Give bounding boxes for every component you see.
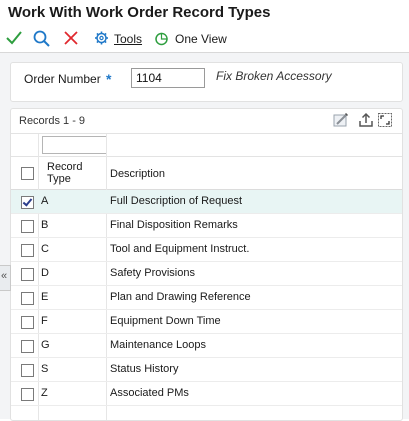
row-checkbox[interactable] [21, 268, 34, 281]
filter-row [11, 134, 402, 157]
one-view-label: One View [175, 32, 227, 46]
one-view-button[interactable]: One View [154, 29, 227, 49]
row-checkbox[interactable] [21, 220, 34, 233]
column-header-description[interactable]: Description [110, 168, 165, 180]
maximize-grid-icon[interactable] [377, 112, 393, 128]
search-icon [33, 30, 50, 47]
record-type-cell: G [41, 339, 50, 351]
column-header-row: Record Type Description [11, 157, 402, 190]
description-cell: Safety Provisions [110, 267, 195, 279]
table-row[interactable]: D Safety Provisions [11, 262, 402, 286]
column-header-record-type[interactable]: Record Type [47, 161, 99, 185]
ok-button[interactable] [6, 29, 22, 49]
tools-label: Tools [114, 32, 143, 46]
row-checkbox[interactable] [21, 196, 34, 209]
gear-icon [95, 31, 108, 45]
table-row[interactable]: E Plan and Drawing Reference [11, 286, 402, 310]
record-type-cell: D [41, 267, 49, 279]
description-cell: Maintenance Loops [110, 339, 207, 351]
record-type-cell: F [41, 315, 48, 327]
required-marker: * [106, 71, 112, 87]
description-cell: Associated PMs [110, 387, 189, 399]
description-cell: Final Disposition Remarks [110, 219, 238, 231]
double-chevron-left-icon: « [1, 270, 8, 282]
toolbar: Tools One View [0, 27, 409, 53]
description-cell: Status History [110, 363, 179, 375]
grid-rows: A Full Description of Request B Final Dispo… [11, 190, 402, 406]
table-row[interactable]: A Full Description of Request [11, 190, 402, 214]
order-number-label: Order Number [24, 72, 101, 86]
description-cell: Tool and Equipment Instruct. [110, 243, 250, 255]
records-grid: Records 1 - 9 Record Type Description A … [10, 108, 403, 421]
row-checkbox[interactable] [21, 388, 34, 401]
table-row[interactable]: C Tool and Equipment Instruct. [11, 238, 402, 262]
checkmark-icon [6, 31, 22, 45]
tools-menu[interactable]: Tools [94, 29, 144, 49]
table-row[interactable]: S Status History [11, 358, 402, 382]
export-icon[interactable] [358, 112, 374, 128]
description-cell: Plan and Drawing Reference [110, 291, 251, 303]
grid-header-bar: Records 1 - 9 [11, 109, 402, 134]
title-bar: Work With Work Order Record Types [0, 0, 409, 26]
find-button[interactable] [33, 29, 50, 49]
select-all-checkbox[interactable] [21, 167, 34, 180]
row-checkbox[interactable] [21, 292, 34, 305]
record-type-cell: Z [41, 387, 48, 399]
table-row[interactable]: Z Associated PMs [11, 382, 402, 406]
table-row[interactable]: G Maintenance Loops [11, 334, 402, 358]
description-cell: Full Description of Request [110, 195, 243, 207]
personalize-grid-icon[interactable] [333, 112, 349, 128]
record-type-cell: A [41, 195, 49, 207]
record-type-filter[interactable] [42, 136, 107, 154]
record-type-cell: B [41, 219, 49, 231]
records-count: Records 1 - 9 [19, 115, 86, 127]
page-title: Work With Work Order Record Types [8, 4, 271, 21]
row-checkbox[interactable] [21, 316, 34, 329]
row-checkbox[interactable] [21, 364, 34, 377]
close-x-icon [64, 31, 78, 45]
order-number-field[interactable] [131, 68, 205, 88]
close-button[interactable] [63, 29, 79, 49]
order-description: Fix Broken Accessory [216, 69, 332, 83]
record-type-cell: S [41, 363, 49, 375]
table-row[interactable]: F Equipment Down Time [11, 310, 402, 334]
row-checkbox[interactable] [21, 244, 34, 257]
table-row[interactable]: B Final Disposition Remarks [11, 214, 402, 238]
collapse-panel-button[interactable]: « [0, 265, 11, 291]
description-cell: Equipment Down Time [110, 315, 221, 327]
row-checkbox[interactable] [21, 340, 34, 353]
header-form: Order Number * Fix Broken Accessory [10, 62, 403, 102]
pie-chart-icon [155, 32, 168, 46]
record-type-cell: E [41, 291, 49, 303]
record-type-cell: C [41, 243, 49, 255]
